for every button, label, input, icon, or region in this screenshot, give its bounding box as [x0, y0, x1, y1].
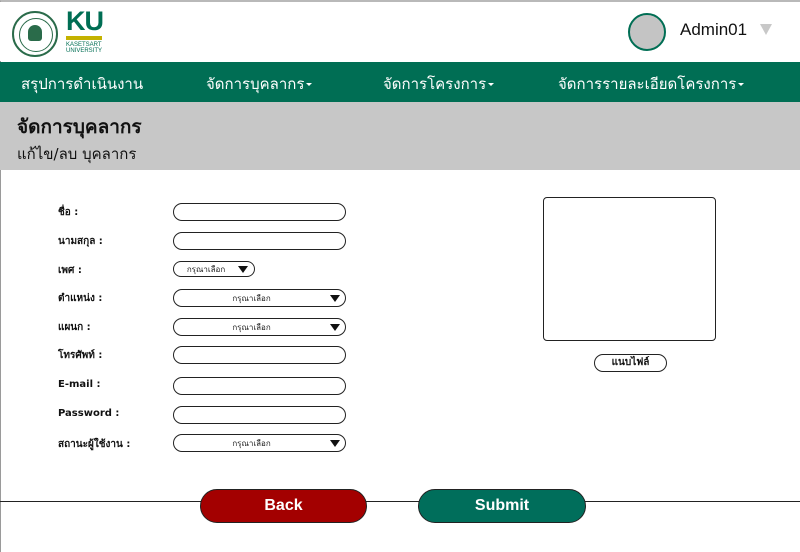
last-name-label: นามสกุล : [58, 236, 103, 247]
main-nav: สรุปการดำเนินงาน จัดการบุคลากร จัดการโคร… [0, 62, 800, 102]
dropdown-caret-icon [488, 83, 495, 86]
password-input[interactable] [173, 406, 346, 424]
ku-logo-bar [66, 36, 102, 40]
gender-select[interactable]: กรุณาเลือก [173, 261, 255, 277]
department-select-value: กรุณาเลือก [232, 323, 271, 332]
dropdown-arrow-icon [330, 440, 340, 447]
nav-item-label: จัดการโครงการ [383, 75, 487, 93]
nav-item-label: จัดการรายละเอียดโครงการ [558, 75, 737, 93]
photo-preview-box [543, 197, 716, 341]
password-label: Password : [58, 408, 120, 419]
dropdown-arrow-icon [330, 295, 340, 302]
user-menu-caret-icon[interactable] [760, 24, 772, 35]
nav-item-label: สรุปการดำเนินงาน [21, 75, 144, 93]
nav-item-summary[interactable]: สรุปการดำเนินงาน [21, 72, 143, 96]
university-seal-logo [12, 11, 58, 57]
last-name-input[interactable] [173, 232, 346, 250]
position-label: ตำแหน่ง : [58, 293, 103, 304]
dropdown-caret-icon [738, 83, 745, 86]
email-input[interactable] [173, 377, 346, 395]
email-label: E-mail : [58, 379, 101, 390]
nav-item-manage-project-details[interactable]: จัดการรายละเอียดโครงการ [558, 72, 745, 96]
top-header: KU KASETSART UNIVERSITY Admin01 [0, 2, 800, 61]
page-subtitle: แก้ไข/ลบ บุคลากร [17, 145, 137, 163]
department-select[interactable]: กรุณาเลือก [173, 318, 346, 336]
nav-item-manage-personnel[interactable]: จัดการบุคลากร [206, 72, 313, 96]
nav-item-manage-projects[interactable]: จัดการโครงการ [383, 72, 495, 96]
dropdown-caret-icon [306, 83, 313, 86]
user-avatar[interactable] [628, 13, 666, 51]
ku-logo-text-line2: UNIVERSITY [66, 48, 103, 54]
user-status-select-value: กรุณาเลือก [232, 439, 271, 448]
title-band: จัดการบุคลากร แก้ไข/ลบ บุคลากร [0, 102, 800, 170]
user-status-label: สถานะผู้ใช้งาน : [58, 439, 131, 450]
ku-logo: KU KASETSART UNIVERSITY [66, 8, 106, 58]
attach-file-button[interactable]: แนบไฟล์ [594, 354, 667, 372]
user-status-select[interactable]: กรุณาเลือก [173, 434, 346, 452]
department-label: แผนก : [58, 322, 91, 333]
first-name-input[interactable] [173, 203, 346, 221]
phone-label: โทรศัพท์ : [58, 350, 103, 361]
user-name[interactable]: Admin01 [680, 20, 747, 40]
gender-select-value: กรุณาเลือก [186, 265, 226, 274]
position-select-value: กรุณาเลือก [232, 294, 271, 303]
back-button[interactable]: Back [200, 489, 367, 523]
nav-item-label: จัดการบุคลากร [206, 75, 305, 93]
first-name-label: ชื่อ : [58, 207, 79, 218]
position-select[interactable]: กรุณาเลือก [173, 289, 346, 307]
submit-button[interactable]: Submit [418, 489, 586, 523]
dropdown-arrow-icon [238, 266, 248, 273]
phone-input[interactable] [173, 346, 346, 364]
footer-divider [0, 501, 800, 502]
gender-label: เพศ : [58, 265, 82, 276]
dropdown-arrow-icon [330, 324, 340, 331]
ku-logo-letters: KU [66, 6, 104, 36]
page-title: จัดการบุคลากร [17, 116, 142, 138]
